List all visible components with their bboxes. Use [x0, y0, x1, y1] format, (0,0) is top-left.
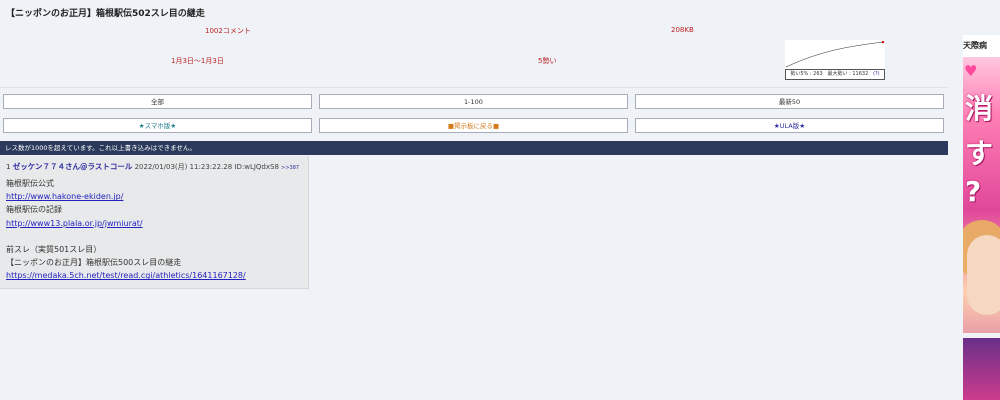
graph-caption: 勢い5% : 263 最大勢い : 11632 (?)	[785, 69, 885, 80]
post-text-line: 前スレ（実質501スレ目）	[6, 245, 102, 255]
thread-speed: 5勢い	[538, 57, 557, 65]
reply-link[interactable]: >>387	[281, 165, 299, 171]
side-advertisement[interactable]: 天際病 ♥ 消 す ?	[963, 35, 1000, 400]
date-range: 1月3日～1月3日	[171, 57, 224, 65]
post: 1 ゼッケン７７４さん@ラストコール 2022/01/03(月) 11:23:2…	[0, 156, 309, 289]
ula-version-button[interactable]: ★ULA版★	[635, 118, 944, 133]
graph-help-link[interactable]: (?)	[873, 71, 880, 77]
post-text-line: 箱根駅伝公式	[6, 179, 54, 188]
graph-caption-max: 最大勢い : 11632	[827, 71, 869, 77]
post-link[interactable]: http://www13.plala.or.jp/jwmiurat/	[6, 219, 143, 228]
poster-id[interactable]: ID:wLJQdxS8	[234, 163, 279, 171]
smartphone-version-button[interactable]: ★スマホ版★	[3, 118, 312, 133]
speed-graph-curve	[785, 40, 885, 68]
show-1-100-button[interactable]: 1-100	[319, 94, 628, 109]
post-header: 1 ゼッケン７７４さん@ラストコール 2022/01/03(月) 11:23:2…	[6, 161, 299, 172]
thread-size: 208KB	[671, 26, 694, 34]
ad-lower-banner[interactable]	[963, 338, 1000, 400]
post-link[interactable]: http://www.hakone-ekiden.jp/	[6, 192, 123, 201]
post-date: 2022/01/03(月) 11:23:22.28	[134, 163, 233, 171]
ad-headline-char-1: 消	[965, 92, 994, 125]
show-all-button[interactable]: 全部	[3, 94, 312, 109]
ad-headline-char-2: す	[965, 137, 994, 170]
nav-row-secondary: ★スマホ版★ ■掲示板に戻る■ ★ULA版★	[3, 118, 944, 133]
comment-count: 1002コメント	[205, 27, 251, 35]
header-divider	[0, 87, 948, 88]
post-text-line: 【ニッポンのお正月】箱根駅伝500スレ目の継走	[6, 258, 182, 268]
post-number[interactable]: 1	[6, 163, 10, 171]
ad-title: 天際病	[963, 35, 1000, 57]
nav-row-primary: 全部 1-100 最新50	[3, 94, 944, 109]
graph-caption-speed: 勢い5% : 263	[790, 71, 823, 77]
post-limit-notice: レス数が1000を超えています。これ以上書き込みはできません。	[0, 141, 948, 155]
heart-icon: ♥	[964, 62, 978, 80]
speed-graph: 勢い5% : 263 最大勢い : 11632 (?)	[785, 40, 885, 80]
ad-headline-char-3: ?	[965, 175, 982, 208]
ad-character-face	[967, 235, 1000, 315]
post-body: 箱根駅伝公式 http://www.hakone-ekiden.jp/箱根駅伝の記…	[6, 177, 246, 283]
post-text-line: 箱根駅伝の記録	[6, 205, 62, 215]
latest-50-button[interactable]: 最新50	[635, 94, 944, 109]
poster-name[interactable]: ゼッケン７７４さん@ラストコール	[13, 162, 133, 171]
thread-title: 【ニッポンのお正月】箱根駅伝502スレ目の継走	[6, 9, 205, 19]
back-to-board-button[interactable]: ■掲示板に戻る■	[319, 118, 628, 133]
post-link[interactable]: https://medaka.5ch.net/test/read.cgi/ath…	[6, 271, 246, 280]
